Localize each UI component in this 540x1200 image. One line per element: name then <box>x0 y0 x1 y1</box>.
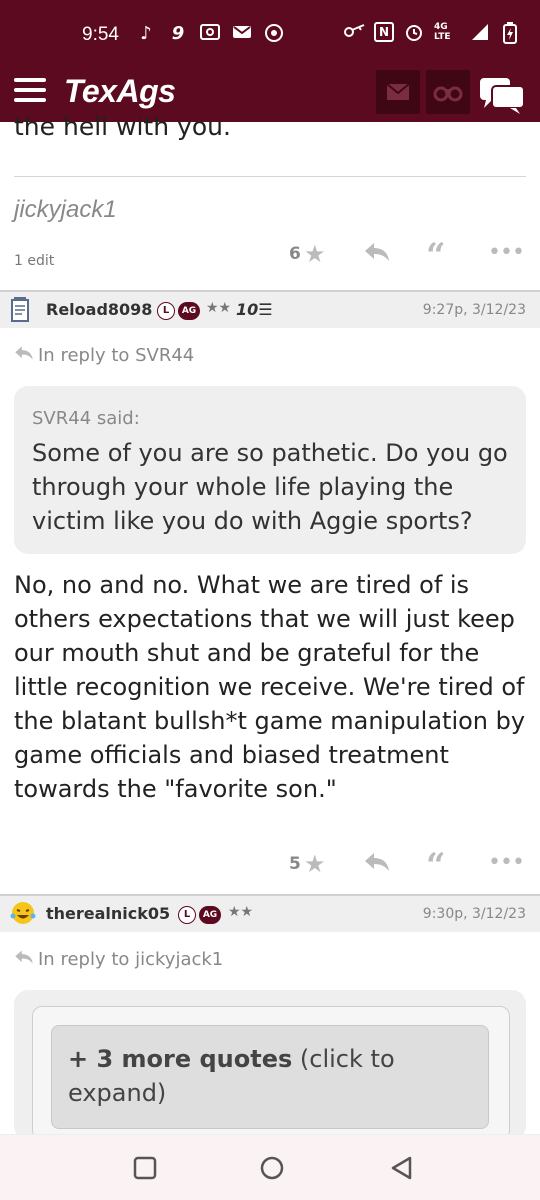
user-stars: ★★ <box>206 300 232 316</box>
star-count: 5 <box>289 854 301 874</box>
post-timestamp[interactable]: 9:30p, 3/12/23 <box>423 906 526 922</box>
in-reply-link[interactable]: In reply to SVR44 <box>14 345 194 366</box>
quote-author: SVR44 said: <box>32 408 140 429</box>
reply-arrow-icon <box>14 949 34 970</box>
alarm-icon <box>404 22 424 42</box>
ag-badge: AG <box>178 302 200 320</box>
quote-text: Some of you are so pathetic. Do you go t… <box>32 439 508 535</box>
star-count: 6 <box>289 244 301 264</box>
previous-post-text: the hell with you. <box>14 112 231 141</box>
ag-badge: AG <box>199 906 221 924</box>
quote-block: + 3 more quotes (click to expand) <box>14 990 526 1140</box>
reply-icon[interactable] <box>364 851 390 877</box>
site-logo[interactable]: TexAgs <box>64 73 176 110</box>
post-signature: jickyjack1 <box>14 196 117 223</box>
recents-icon[interactable] <box>130 1153 160 1183</box>
signal-icon <box>470 22 490 42</box>
binoculars-icon <box>433 86 463 102</box>
reply-arrow-icon <box>14 345 34 366</box>
expand-quotes-button[interactable]: + 3 more quotes (click to expand) <box>51 1025 489 1129</box>
quote-icon[interactable]: “ <box>426 846 446 886</box>
watch-list-button[interactable] <box>426 70 470 114</box>
mail-icon <box>232 24 252 44</box>
in-reply-text: In reply to SVR44 <box>38 345 195 366</box>
notification-icons: ♪ 9 <box>136 24 284 44</box>
reply-icon[interactable] <box>364 241 390 267</box>
post-header: Reload8098 L AG ★★ 10☰ 9:27p, 3/12/23 <box>0 290 540 328</box>
tenure-badge: 10☰ <box>236 300 273 319</box>
chat-button[interactable] <box>478 72 526 116</box>
notepad-avatar-icon[interactable] <box>10 297 34 322</box>
post-username[interactable]: therealnick05 <box>46 904 170 923</box>
lifetime-badge: L <box>157 302 175 320</box>
star-icon[interactable]: ★ <box>304 850 326 878</box>
battery-icon <box>500 22 520 44</box>
quote-block: SVR44 said: Some of you are so pathetic.… <box>14 386 526 554</box>
system-icons: N 4G LTE <box>344 22 520 44</box>
post-actions: 6 ★ “ ••• <box>0 236 540 276</box>
post-header: therealnick05 L AG ★★ 9:30p, 3/12/23 <box>0 894 540 932</box>
status-time: 9:54 <box>82 24 119 45</box>
post-body: No, no and no. What we are tired of is o… <box>14 571 526 803</box>
post-timestamp[interactable]: 9:27p, 3/12/23 <box>423 302 526 318</box>
more-options-icon[interactable]: ••• <box>488 240 525 265</box>
post-username[interactable]: Reload8098 <box>46 300 152 319</box>
user-stars: ★★ <box>228 904 254 920</box>
envelope-icon <box>386 83 410 100</box>
chrome-icon <box>264 24 284 44</box>
signature-divider <box>14 176 526 177</box>
post-actions: 5 ★ “ ••• <box>0 846 540 886</box>
system-nav-bar <box>0 1134 540 1200</box>
in-reply-text: In reply to jickyjack1 <box>38 949 224 970</box>
home-icon[interactable] <box>257 1153 287 1183</box>
network-label: 4G LTE <box>434 22 451 42</box>
more-options-icon[interactable]: ••• <box>488 850 525 875</box>
radio-icon <box>200 24 220 44</box>
nested-quote: + 3 more quotes (click to expand) <box>32 1006 510 1140</box>
status-bar: 9:54 ♪ 9 N 4G LTE <box>0 0 540 66</box>
nine-icon: 9 <box>171 23 185 44</box>
messages-button[interactable] <box>376 70 420 114</box>
more-quotes-count: + 3 more quotes <box>68 1045 293 1073</box>
chat-bubbles-icon <box>480 78 525 114</box>
quote-icon[interactable]: “ <box>426 236 446 276</box>
nfc-icon: N <box>374 22 394 42</box>
lifetime-badge: L <box>178 906 196 924</box>
star-icon[interactable]: ★ <box>304 240 326 268</box>
menu-icon[interactable] <box>14 78 46 106</box>
laughing-emoji-avatar-icon[interactable] <box>10 901 36 925</box>
key-icon <box>344 22 365 42</box>
tiktok-icon: ♪ <box>140 23 152 44</box>
back-icon[interactable] <box>386 1153 416 1183</box>
in-reply-link[interactable]: In reply to jickyjack1 <box>14 949 223 970</box>
